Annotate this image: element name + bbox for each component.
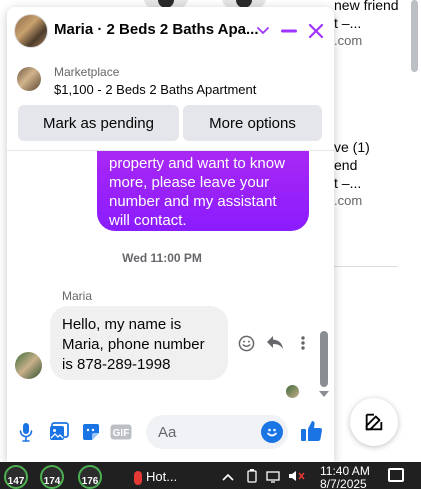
chevron-up-icon (222, 473, 234, 481)
more-vertical-icon (301, 336, 305, 350)
notification-line: t –... (334, 15, 362, 31)
chat-options-button[interactable] (251, 19, 275, 43)
send-like-button[interactable] (299, 418, 325, 444)
notification-center-icon[interactable] (388, 468, 404, 482)
page-scrollbar[interactable] (411, 0, 418, 72)
more-actions-button[interactable] (293, 333, 313, 353)
marketplace-label: Marketplace (54, 65, 120, 79)
sticker-icon (83, 424, 99, 440)
clock[interactable]: 11:40 AM 8/7/2025 (320, 465, 370, 489)
sender-avatar[interactable] (15, 352, 42, 379)
react-button[interactable] (236, 333, 256, 353)
battery-button[interactable] (246, 469, 258, 486)
smile-icon (238, 335, 254, 351)
listing-thumbnail[interactable] (17, 67, 41, 91)
reply-icon (267, 336, 283, 349)
sticker-button[interactable] (80, 421, 102, 443)
incoming-message[interactable]: Hello, my name is Maria, phone number is… (50, 306, 228, 380)
notification-domain: .com (334, 33, 363, 48)
notification-item[interactable]: ve (1) end t –... .com (334, 138, 370, 210)
mark-as-pending-button[interactable]: Mark as pending (18, 105, 179, 141)
notification-item[interactable]: new friend t –... .com (334, 0, 399, 50)
chat-header[interactable]: Maria · 2 Beds 2 Baths Apa... (7, 7, 334, 55)
minimize-icon (281, 29, 297, 33)
thumbs-up-icon (301, 421, 323, 442)
chat-scrollbar[interactable] (320, 331, 328, 387)
notification-line: new friend (334, 0, 399, 13)
volume-muted-icon (289, 471, 305, 481)
gif-button[interactable]: GIF (110, 421, 132, 443)
new-message-button[interactable] (350, 398, 398, 446)
contact-avatar[interactable] (14, 14, 48, 48)
thermometer-icon (134, 470, 142, 485)
emoji-icon (267, 428, 277, 437)
taskbar-app-badge[interactable]: 174 (40, 465, 64, 489)
close-icon (308, 23, 324, 39)
listing-title[interactable]: $1,100 - 2 Beds 2 Baths Apartment (54, 82, 256, 97)
show-hidden-icons-button[interactable] (222, 469, 234, 484)
chat-window: Maria · 2 Beds 2 Baths Apa... Marketplac… (7, 7, 334, 462)
compose-icon (365, 413, 383, 431)
chevron-down-icon (257, 27, 269, 35)
attach-photo-button[interactable] (48, 421, 70, 443)
taskbar-app-badge[interactable]: 147 (4, 465, 28, 489)
screen: new friend t –... .com ve (1) end t –...… (0, 0, 421, 489)
microphone-icon (19, 423, 33, 442)
weather-text: Hot... (146, 469, 178, 484)
chat-title[interactable]: Maria · 2 Beds 2 Baths Apa... (54, 21, 259, 38)
message-composer: GIF (7, 407, 334, 457)
weather-widget[interactable]: Hot... (134, 469, 177, 485)
svg-text:GIF: GIF (113, 428, 130, 439)
divider (334, 266, 398, 267)
photo-icon (50, 422, 69, 440)
notification-line: end (334, 157, 358, 173)
gif-icon: GIF (110, 424, 132, 440)
volume-button[interactable] (288, 469, 306, 486)
emoji-button[interactable] (261, 421, 283, 443)
network-button[interactable] (266, 469, 280, 486)
network-icon (266, 471, 280, 483)
battery-icon (247, 469, 257, 483)
notification-line: t –... (334, 175, 362, 191)
close-chat-button[interactable] (304, 19, 328, 43)
message-timestamp: Wed 11:00 PM (122, 251, 202, 265)
sender-name: Maria (62, 289, 93, 303)
reply-button[interactable] (265, 333, 285, 353)
marketplace-banner: Marketplace $1,100 - 2 Beds 2 Baths Apar… (7, 57, 334, 151)
clock-date: 8/7/2025 (320, 477, 367, 489)
message-list[interactable]: property and want to know more, please l… (7, 151, 334, 401)
outgoing-message[interactable]: property and want to know more, please l… (97, 151, 309, 231)
taskbar: 147 174 176 Hot... 11:40 AM 8/7/2025 (0, 462, 421, 489)
seen-indicator-avatar (286, 385, 299, 398)
minimize-button[interactable] (277, 19, 301, 43)
voice-clip-button[interactable] (15, 421, 37, 443)
taskbar-app-badge[interactable]: 176 (78, 465, 102, 489)
scroll-down-arrow[interactable] (319, 391, 329, 397)
more-options-button[interactable]: More options (183, 105, 322, 141)
notification-line: ve (1) (334, 139, 370, 155)
notification-domain: .com (334, 193, 363, 208)
